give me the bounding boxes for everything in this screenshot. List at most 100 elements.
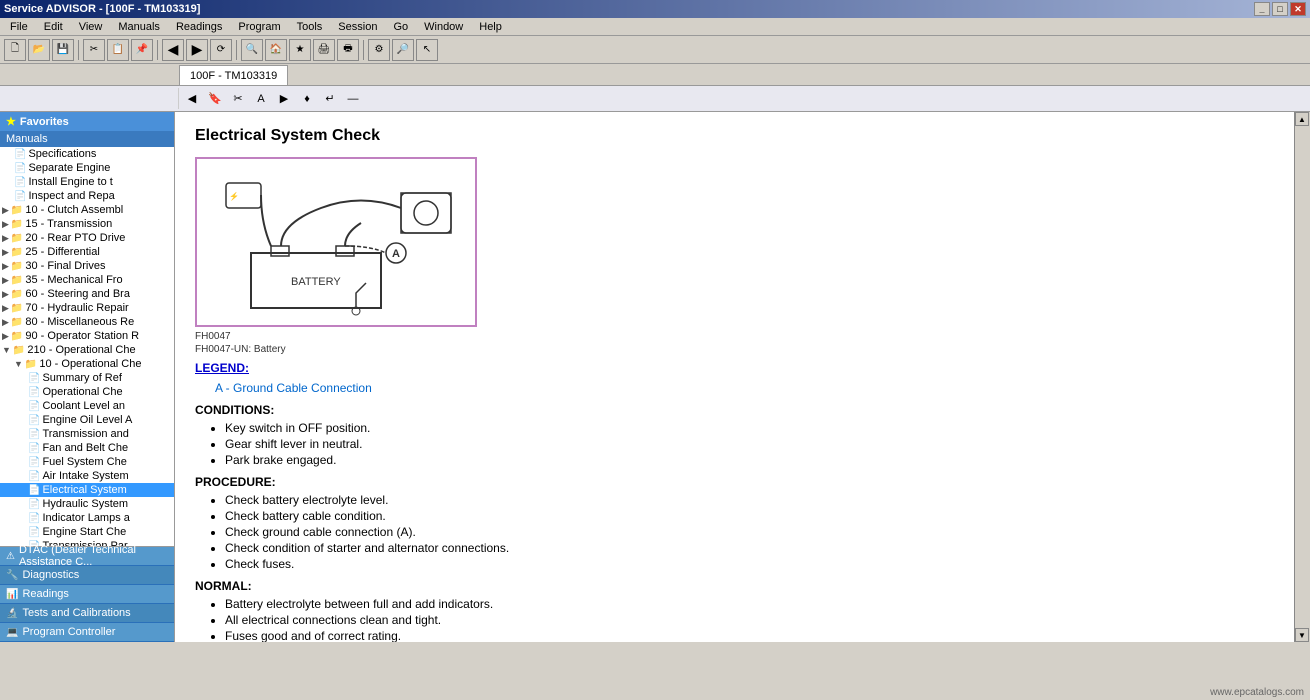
toolbar-copy[interactable]: 📋	[107, 39, 129, 61]
tree-item-10[interactable]: ▶ 📁 60 - Steering and Bra	[0, 287, 174, 301]
tree-item-14[interactable]: ▼ 📁 210 - Operational Che	[0, 343, 174, 357]
dtac-panel[interactable]: ⚠ DTAC (Dealer Technical Assistance C...	[0, 547, 175, 566]
tree-item-11[interactable]: ▶ 📁 70 - Hydraulic Repair	[0, 301, 174, 315]
tree-item-19[interactable]: 📄 Engine Oil Level A	[0, 413, 174, 427]
menu-window[interactable]: Window	[418, 20, 469, 34]
tree-item-0[interactable]: 📄 Specifications	[0, 147, 174, 161]
tree-item-16[interactable]: 📄 Summary of Ref	[0, 371, 174, 385]
tree-item-25[interactable]: 📄 Hydraulic System	[0, 497, 174, 511]
tree-item-3[interactable]: 📄 Inspect and Repa	[0, 189, 174, 203]
tree-item-6[interactable]: ▶ 📁 20 - Rear PTO Drive	[0, 231, 174, 245]
menu-go[interactable]: Go	[387, 20, 414, 34]
favorites-header: ★ Favorites	[0, 112, 174, 131]
program-panel[interactable]: 💻 Program Controller	[0, 623, 175, 642]
scroll-down-btn[interactable]: ▼	[1295, 628, 1309, 642]
tree-label-7: 25 - Differential	[25, 246, 99, 258]
tree-item-24[interactable]: 📄 Electrical System	[0, 483, 174, 497]
tree-label-23: Air Intake System	[42, 470, 128, 482]
tree-label-15: 10 - Operational Che	[39, 358, 141, 370]
tree-item-23[interactable]: 📄 Air Intake System	[0, 469, 174, 483]
doc-icon-24: 📄	[28, 485, 40, 496]
diagnostics-icon: 🔧	[6, 570, 18, 581]
menu-readings[interactable]: Readings	[170, 20, 228, 34]
readings-panel[interactable]: 📊 Readings	[0, 585, 175, 604]
toolbar-print[interactable]: 🖨	[313, 39, 335, 61]
left-panel: ★ Favorites Manuals 📄 Specifications 📄 S…	[0, 112, 175, 642]
tree-item-18[interactable]: 📄 Coolant Level an	[0, 399, 174, 413]
toolbar-cut[interactable]: ✂	[83, 39, 105, 61]
doc-collapse-btn[interactable]: —	[343, 89, 363, 109]
tree-item-20[interactable]: 📄 Transmission and	[0, 427, 174, 441]
tree-item-22[interactable]: 📄 Fuel System Che	[0, 455, 174, 469]
toolbar-save[interactable]: 💾	[52, 39, 74, 61]
tree-item-5[interactable]: ▶ 📁 15 - Transmission	[0, 217, 174, 231]
tree-item-7[interactable]: ▶ 📁 25 - Differential	[0, 245, 174, 259]
toolbar-paste[interactable]: 📌	[131, 39, 153, 61]
toolbar-cursor[interactable]: ↖	[416, 39, 438, 61]
maximize-button[interactable]: □	[1272, 2, 1288, 16]
folder-icon-7: 📁	[11, 247, 23, 258]
battery-diagram-svg: BATTERY ⚡	[201, 163, 471, 318]
tree-item-21[interactable]: 📄 Fan and Belt Che	[0, 441, 174, 455]
toolbar-refresh[interactable]: ⟳	[210, 39, 232, 61]
tests-panel[interactable]: 🔬 Tests and Calibrations	[0, 604, 175, 623]
tree-item-1[interactable]: 📄 Separate Engine	[0, 161, 174, 175]
toolbar-new[interactable]: 🗋	[4, 39, 26, 61]
menu-manuals[interactable]: Manuals	[112, 20, 166, 34]
program-label: Program Controller	[22, 626, 115, 638]
tree-label-19: Engine Oil Level A	[42, 414, 132, 426]
manuals-section[interactable]: Manuals	[0, 131, 174, 147]
tree-item-26[interactable]: 📄 Indicator Lamps a	[0, 511, 174, 525]
menu-program[interactable]: Program	[232, 20, 286, 34]
doc-print-btn[interactable]: ✂	[228, 89, 248, 109]
toolbar-forward[interactable]: ▶	[186, 39, 208, 61]
tree-item-27[interactable]: 📄 Engine Start Che	[0, 525, 174, 539]
menu-file[interactable]: File	[4, 20, 34, 34]
doc-forward-btn[interactable]: ▶	[274, 89, 294, 109]
diagnostics-panel[interactable]: 🔧 Diagnostics	[0, 566, 175, 585]
main-layout: ★ Favorites Manuals 📄 Specifications 📄 S…	[0, 112, 1310, 642]
tree-item-9[interactable]: ▶ 📁 35 - Mechanical Fro	[0, 273, 174, 287]
menu-tools[interactable]: Tools	[291, 20, 329, 34]
doc-link-btn[interactable]: ↵	[320, 89, 340, 109]
toolbar-zoom-in[interactable]: 🔎	[392, 39, 414, 61]
doc-back-btn[interactable]: ◀	[182, 89, 202, 109]
toolbar-bookmark[interactable]: ★	[289, 39, 311, 61]
tree-item-12[interactable]: ▶ 📁 80 - Miscellaneous Re	[0, 315, 174, 329]
menu-edit[interactable]: Edit	[38, 20, 69, 34]
tab-main[interactable]: 100F - TM103319	[179, 65, 288, 85]
doc-search-btn[interactable]: A	[251, 89, 271, 109]
tree-label-25: Hydraulic System	[42, 498, 128, 510]
tests-icon: 🔬	[6, 608, 18, 619]
doc-highlight-btn[interactable]: ♦	[297, 89, 317, 109]
tree-label-16: Summary of Ref	[42, 372, 121, 384]
menu-bar: File Edit View Manuals Readings Program …	[0, 18, 1310, 36]
menu-help[interactable]: Help	[473, 20, 508, 34]
toolbar-settings[interactable]: ⚙	[368, 39, 390, 61]
toolbar-print2[interactable]: 🖶	[337, 39, 359, 61]
tree-item-13[interactable]: ▶ 📁 90 - Operator Station R	[0, 329, 174, 343]
tree-item-2[interactable]: 📄 Install Engine to t	[0, 175, 174, 189]
menu-view[interactable]: View	[73, 20, 109, 34]
expand-icon-9: ▶	[2, 275, 9, 286]
scroll-up-btn[interactable]: ▲	[1295, 112, 1309, 126]
doc-bookmark-btn[interactable]: 🔖	[205, 89, 225, 109]
content-scrollbar[interactable]: ▲ ▼	[1294, 112, 1310, 642]
toolbar-search[interactable]: 🔍	[241, 39, 263, 61]
minimize-button[interactable]: _	[1254, 2, 1270, 16]
tree-item-15[interactable]: ▼ 📁 10 - Operational Che	[0, 357, 174, 371]
close-button[interactable]: ✕	[1290, 2, 1306, 16]
tree-item-4[interactable]: ▶ 📁 10 - Clutch Assembl	[0, 203, 174, 217]
svg-text:⚡: ⚡	[229, 191, 239, 201]
title-bar-buttons[interactable]: _ □ ✕	[1254, 2, 1306, 16]
tree-item-8[interactable]: ▶ 📁 30 - Final Drives	[0, 259, 174, 273]
menu-session[interactable]: Session	[332, 20, 383, 34]
toolbar-open[interactable]: 📂	[28, 39, 50, 61]
tree-item-17[interactable]: 📄 Operational Che	[0, 385, 174, 399]
toolbar-back[interactable]: ◀	[162, 39, 184, 61]
tab-bar: 100F - TM103319	[0, 64, 1310, 86]
toolbar-home[interactable]: 🏠	[265, 39, 287, 61]
legend-link[interactable]: LEGEND:	[195, 361, 1274, 375]
tree-label-5: 15 - Transmission	[25, 218, 112, 230]
folder-icon-4: 📁	[11, 205, 23, 216]
